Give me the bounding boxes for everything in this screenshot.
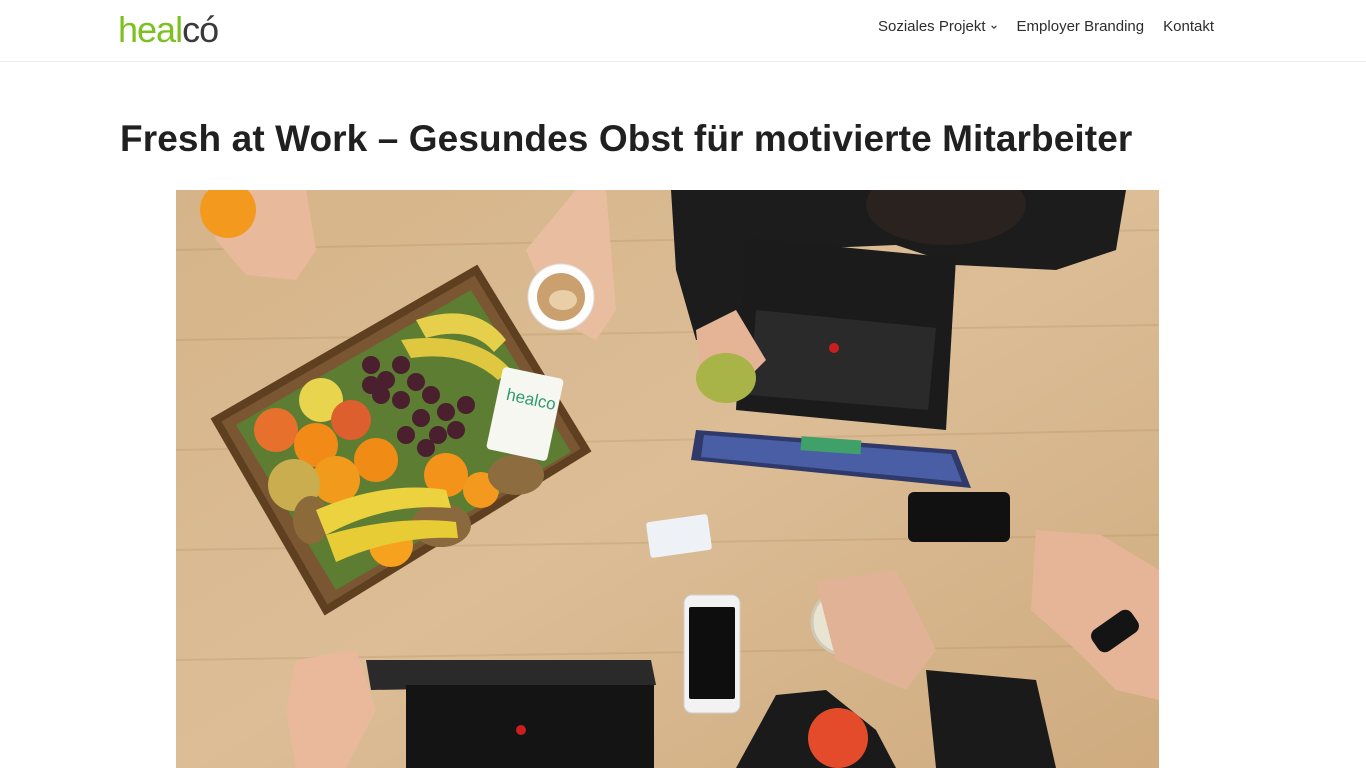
featured-image: healco <box>176 190 1159 768</box>
nav-item-label: Soziales Projekt <box>877 18 986 35</box>
laptop-bottom <box>366 660 656 768</box>
chevron-down-icon <box>990 24 997 29</box>
nav-item-employer-branding[interactable]: Employer Branding <box>1017 18 1145 35</box>
site-header: heal có Soziales Projekt Employer Brandin… <box>0 0 1366 62</box>
main-nav: Soziales Projekt Employer Branding Konta… <box>878 18 1214 35</box>
phone-right <box>908 492 1010 542</box>
logo-text-co: có <box>182 9 219 50</box>
nav-item-kontakt[interactable]: Kontakt <box>1163 18 1214 35</box>
fruit-table-illustration: healco <box>176 190 1159 768</box>
nav-item-label: Employer Branding <box>1016 18 1145 35</box>
site-logo[interactable]: heal có <box>118 9 219 50</box>
nav-item-label: Kontakt <box>1163 18 1214 35</box>
logo-text-heal: heal <box>118 9 183 50</box>
nav-item-soziales-projekt[interactable]: Soziales Projekt <box>878 18 998 35</box>
page-title: Fresh at Work – Gesundes Obst für motivi… <box>120 118 1133 159</box>
